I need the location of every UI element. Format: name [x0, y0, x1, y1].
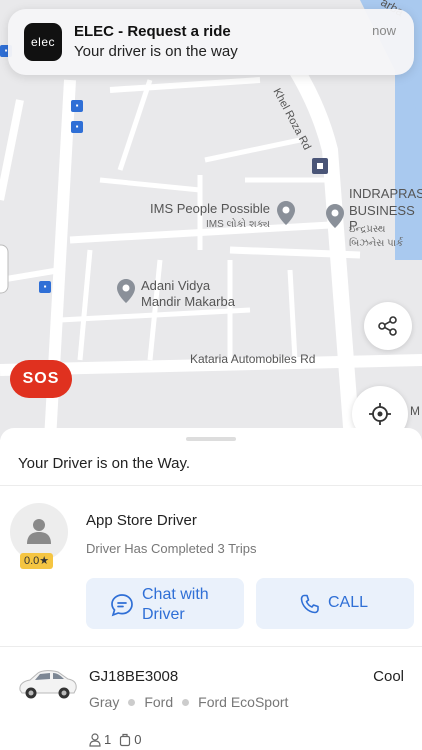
phone-icon — [300, 594, 319, 614]
vehicle-class: Cool — [373, 668, 404, 685]
map-label-adani: Adani Vidya — [141, 278, 211, 293]
drag-handle[interactable] — [186, 437, 236, 441]
map-label-adani: Mandir Makarba — [141, 294, 235, 309]
bus-stop-icon: ▪ — [71, 100, 83, 112]
map-label-kataria: Kataria Automobiles Rd — [190, 352, 316, 366]
chat-bubble-icon — [111, 594, 133, 617]
map-label-ims-local: IMS લોકો શક્ય — [206, 219, 270, 230]
map-label-corner: M — [410, 404, 420, 418]
notification-title: ELEC - Request a ride — [74, 23, 231, 40]
chat-button-label: Chat with Driver — [142, 586, 209, 623]
bus-stop-icon: ▪ — [71, 121, 83, 133]
map-label-indraprastha-local: ઇન્દ્રપ્રસ્થ — [349, 224, 386, 235]
notification-body: Your driver is on the way — [74, 43, 238, 60]
vehicle-model: Ford EcoSport — [198, 694, 289, 710]
app-icon: elec — [24, 23, 62, 61]
notification-time: now — [372, 23, 396, 38]
call-button-label: CALL — [328, 594, 369, 611]
vehicle-plate: GJ18BE3008 — [89, 668, 179, 685]
map-label-indraprastha-local: બિઝનેસ પાર્ક — [349, 238, 404, 249]
map-label-indraprastha: INDRAPRAS — [349, 186, 422, 201]
separator-dot — [128, 698, 136, 706]
push-notification[interactable]: elec ELEC - Request a ride Your driver i… — [8, 9, 414, 75]
crosshair-icon — [369, 403, 391, 425]
luggage-icon — [120, 733, 131, 746]
map-pin-icon[interactable] — [326, 204, 344, 228]
trip-status-text: Your Driver is on the Way. — [18, 455, 191, 472]
passenger-icon — [89, 732, 101, 747]
vehicle-color: Gray — [89, 694, 120, 710]
person-icon — [27, 519, 51, 544]
chat-with-driver-button[interactable]: Chat with Driver — [86, 578, 244, 629]
trip-bottom-sheet[interactable]: Your Driver is on the Way. 0.0★ App Stor… — [0, 428, 422, 750]
vehicle-capacity: 1 0 — [89, 732, 149, 747]
divider — [0, 485, 422, 486]
bus-stop-icon: ▪ — [39, 281, 51, 293]
sos-button[interactable]: SOS — [10, 360, 72, 398]
luggage-count: 0 — [134, 732, 142, 747]
map-label-ims: IMS People Possible — [150, 201, 270, 216]
map-pin-icon[interactable] — [117, 279, 135, 303]
vehicle-details: Gray Ford Ford EcoSport — [89, 694, 288, 710]
vehicle-make: Ford — [144, 694, 174, 710]
call-driver-button[interactable]: CALL — [256, 578, 414, 629]
passenger-count: 1 — [104, 732, 112, 747]
separator-dot — [182, 698, 190, 706]
map-pin-icon[interactable] — [277, 201, 295, 225]
driver-name: App Store Driver — [86, 512, 197, 529]
poi-square-icon — [312, 158, 328, 174]
driver-trips-count: Driver Has Completed 3 Trips — [86, 541, 257, 556]
share-icon — [378, 316, 397, 336]
driver-rating-badge: 0.0★ — [20, 553, 54, 569]
car-image — [19, 670, 77, 699]
divider — [0, 646, 422, 647]
share-button[interactable] — [364, 302, 412, 350]
